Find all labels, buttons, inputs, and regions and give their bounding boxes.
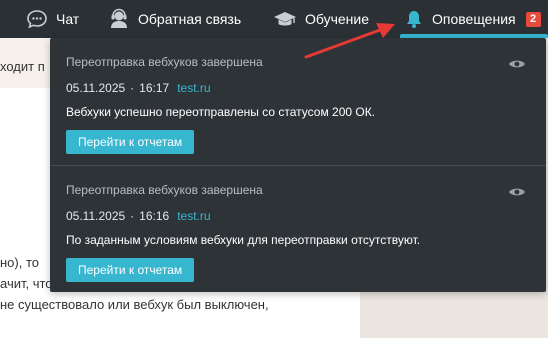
nav-item-feedback[interactable]: Обратная связь xyxy=(108,0,241,38)
go-to-reports-button[interactable]: Перейти к отчетам xyxy=(66,258,195,282)
top-navigation: Чат Обратная связь Обучение Оповещения 2 xyxy=(0,0,548,38)
nav-item-label: Обучение xyxy=(305,11,370,27)
support-agent-icon xyxy=(108,8,130,30)
background-text: ачит, что xyxy=(0,276,53,291)
notification-meta: 05.11.2025 · 16:17 test.ru xyxy=(66,81,211,95)
notification-meta: 05.11.2025 · 16:16 test.ru xyxy=(66,209,211,223)
notification-message: Вебхуки успешно переотправлены со статус… xyxy=(66,105,376,119)
background-text: ходит п xyxy=(0,59,45,74)
notification-site-link[interactable]: test.ru xyxy=(177,209,210,223)
background-text: но), то xyxy=(0,255,39,270)
nav-item-chat[interactable]: Чат xyxy=(26,0,79,38)
notification-title: Переотправка вебхуков завершена xyxy=(66,55,263,69)
notification-title: Переотправка вебхуков завершена xyxy=(66,183,263,197)
notification-item: Переотправка вебхуков завершена 05.11.20… xyxy=(50,166,546,293)
eye-icon[interactable] xyxy=(508,185,526,197)
bell-icon xyxy=(404,9,424,29)
graduation-cap-icon xyxy=(273,10,297,28)
nav-item-label: Обратная связь xyxy=(138,11,242,27)
go-to-reports-button[interactable]: Перейти к отчетам xyxy=(66,130,195,154)
notification-time: 16:17 xyxy=(139,81,170,95)
nav-item-learning[interactable]: Обучение xyxy=(273,0,369,38)
notification-count-badge: 2 xyxy=(525,11,541,27)
nav-item-alerts[interactable]: Оповещения 2 xyxy=(400,0,548,38)
background-text: не существовало или вебхук был выключен, xyxy=(0,297,269,312)
eye-icon[interactable] xyxy=(508,57,526,69)
notification-date: 05.11.2025 xyxy=(66,209,126,223)
notification-item: Переотправка вебхуков завершена 05.11.20… xyxy=(50,38,546,165)
notification-date: 05.11.2025 xyxy=(66,81,126,95)
notification-time: 16:16 xyxy=(139,209,170,223)
notification-message: По заданным условиям вебхуки для переотп… xyxy=(66,233,421,247)
notifications-dropdown: Переотправка вебхуков завершена 05.11.20… xyxy=(50,38,546,292)
chat-icon xyxy=(26,9,48,29)
notification-site-link[interactable]: test.ru xyxy=(177,81,210,95)
nav-item-label: Чат xyxy=(56,11,80,27)
nav-item-label: Оповещения xyxy=(432,11,516,27)
